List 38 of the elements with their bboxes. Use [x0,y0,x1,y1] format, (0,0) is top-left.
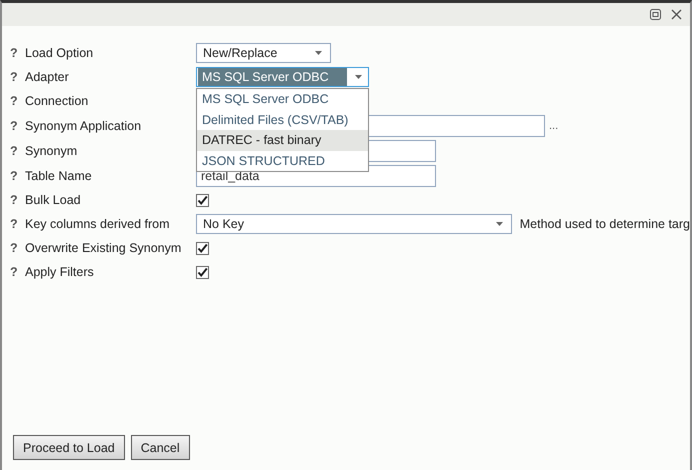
checkbox[interactable] [196,242,209,254]
help-icon[interactable]: ? [10,70,25,84]
checkbox[interactable] [196,194,209,206]
field-label: Bulk Load [25,193,82,207]
dialog-button[interactable]: Cancel [130,435,190,460]
field-label: Apply Filters [25,265,95,279]
browse-button[interactable]: ... [549,120,558,132]
help-icon[interactable]: ? [10,94,25,108]
close-icon[interactable] [671,9,682,20]
dropdown[interactable]: No Key [196,214,512,234]
field-label: Table Name [25,168,93,182]
help-icon[interactable]: ? [10,118,25,132]
field-label: Overwrite Existing Synonym [25,241,182,255]
field-label: Load Option [25,46,94,60]
field-label: Key columns derived from [25,217,171,231]
help-icon[interactable]: ? [10,46,25,60]
dropdown-option[interactable]: Delimited Files (CSV/TAB) [197,110,368,130]
dialog-button[interactable]: Proceed to Load [13,435,125,460]
dropdown[interactable]: New/Replace [196,43,331,63]
checkbox[interactable] [196,266,209,278]
help-icon[interactable]: ? [10,265,25,279]
help-icon[interactable]: ? [10,241,25,255]
caret-icon [355,75,362,79]
help-icon[interactable]: ? [10,193,25,207]
field-label: Synonym Application [25,118,142,132]
field-label: Adapter [25,70,70,84]
restore-icon[interactable] [650,9,661,20]
caret-icon [496,222,503,226]
field-description: Method used to determine targ [520,217,690,231]
field-label: Connection [25,94,90,108]
help-icon[interactable]: ? [10,144,25,158]
dropdown-option[interactable]: MS SQL Server ODBC [197,89,368,110]
caret-icon [315,51,322,55]
help-icon[interactable]: ? [10,217,25,231]
dropdown[interactable]: MS SQL Server ODBC [196,67,369,87]
help-icon[interactable]: ? [10,168,25,182]
dropdown-option[interactable]: DATREC - fast binary [197,130,368,150]
field-label: Synonym [25,144,78,158]
